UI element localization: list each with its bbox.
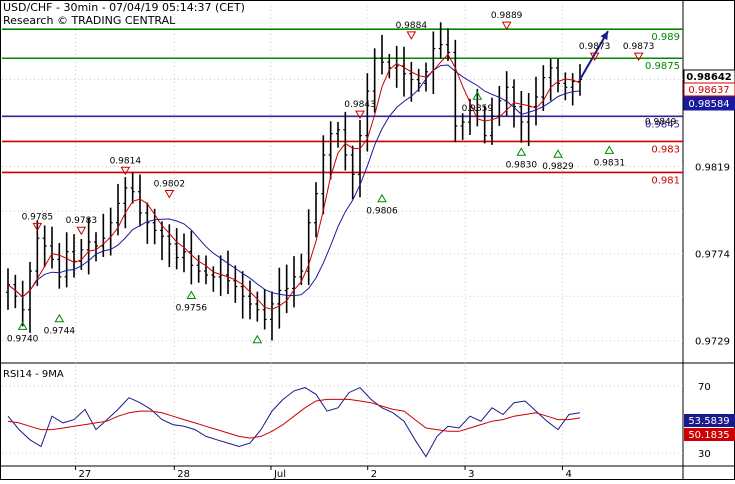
time-tick-label: Jul: [273, 469, 286, 480]
swing-low-label: 0.9740: [7, 334, 39, 344]
swing-high-label: 0.9802: [154, 179, 186, 189]
annotation-label: 0.9849: [645, 118, 677, 128]
time-tick-label: 4: [565, 469, 571, 480]
rsi-tick-label: 30: [698, 449, 711, 460]
rsi-title: RSI14 - 9MA: [3, 369, 64, 380]
swing-high-label: 0.9785: [22, 212, 54, 222]
swing-low-label: 0.9756: [176, 303, 208, 313]
chart-svg: 0.9729 0.9774 0.9819 27 28 Jul 2 3 4 0.989 0.9875 0…: [0, 0, 735, 480]
swing-high-label: 0.9873: [579, 42, 611, 52]
time-tick-label: 2: [371, 469, 377, 480]
swing-low-label: 0.9806: [366, 207, 398, 217]
price-tick-label: 0.9774: [695, 250, 730, 261]
chart-subtitle: Research © TRADING CENTRAL: [3, 14, 176, 27]
price-badge-label-ma_slow: 0.98584: [688, 99, 729, 110]
swing-low-label: 0.9829: [542, 162, 574, 172]
level-label-resistance: 0.989: [651, 32, 680, 43]
swing-high-label: 0.9814: [110, 156, 142, 166]
swing-high-label: 0.9783: [66, 216, 98, 226]
swing-high-label: 0.9843: [344, 100, 376, 110]
chart-root: 0.9729 0.9774 0.9819 27 28 Jul 2 3 4 0.989 0.9875 0…: [0, 0, 735, 480]
time-tick-label: 28: [177, 469, 190, 480]
level-label-resistance: 0.9875: [645, 61, 680, 72]
time-tick-label: 3: [468, 469, 474, 480]
time-tick-label: 27: [79, 469, 92, 480]
swing-low-label: 0.9744: [44, 327, 76, 337]
level-label-support: 0.981: [651, 175, 680, 186]
rsi-badge-label-rsi_ma: 50.1835: [688, 430, 729, 441]
swing-low-label: 0.9831: [594, 158, 626, 168]
swing-high-label: 0.9889: [491, 11, 523, 21]
chart-title: USD/CHF - 30min - 07/04/19 05:14:37 (CET…: [3, 1, 245, 14]
price-badge-label-ma_fast: 0.98637: [688, 85, 729, 96]
price-tick-label: 0.9729: [695, 337, 730, 348]
rsi-tick-label: 70: [698, 382, 711, 393]
swing-low-label: 0.9830: [506, 160, 538, 170]
swing-high-label: 0.9884: [396, 21, 428, 31]
price-badge-label-last: 0.98642: [686, 72, 732, 83]
level-label-support: 0.983: [651, 144, 680, 155]
price-tick-label: 0.9819: [695, 163, 730, 174]
swing-high-label: 0.9873: [623, 42, 655, 52]
rsi-badge-label-rsi: 53.5839: [688, 416, 729, 427]
swing-low-label: 0.9859: [462, 104, 494, 114]
